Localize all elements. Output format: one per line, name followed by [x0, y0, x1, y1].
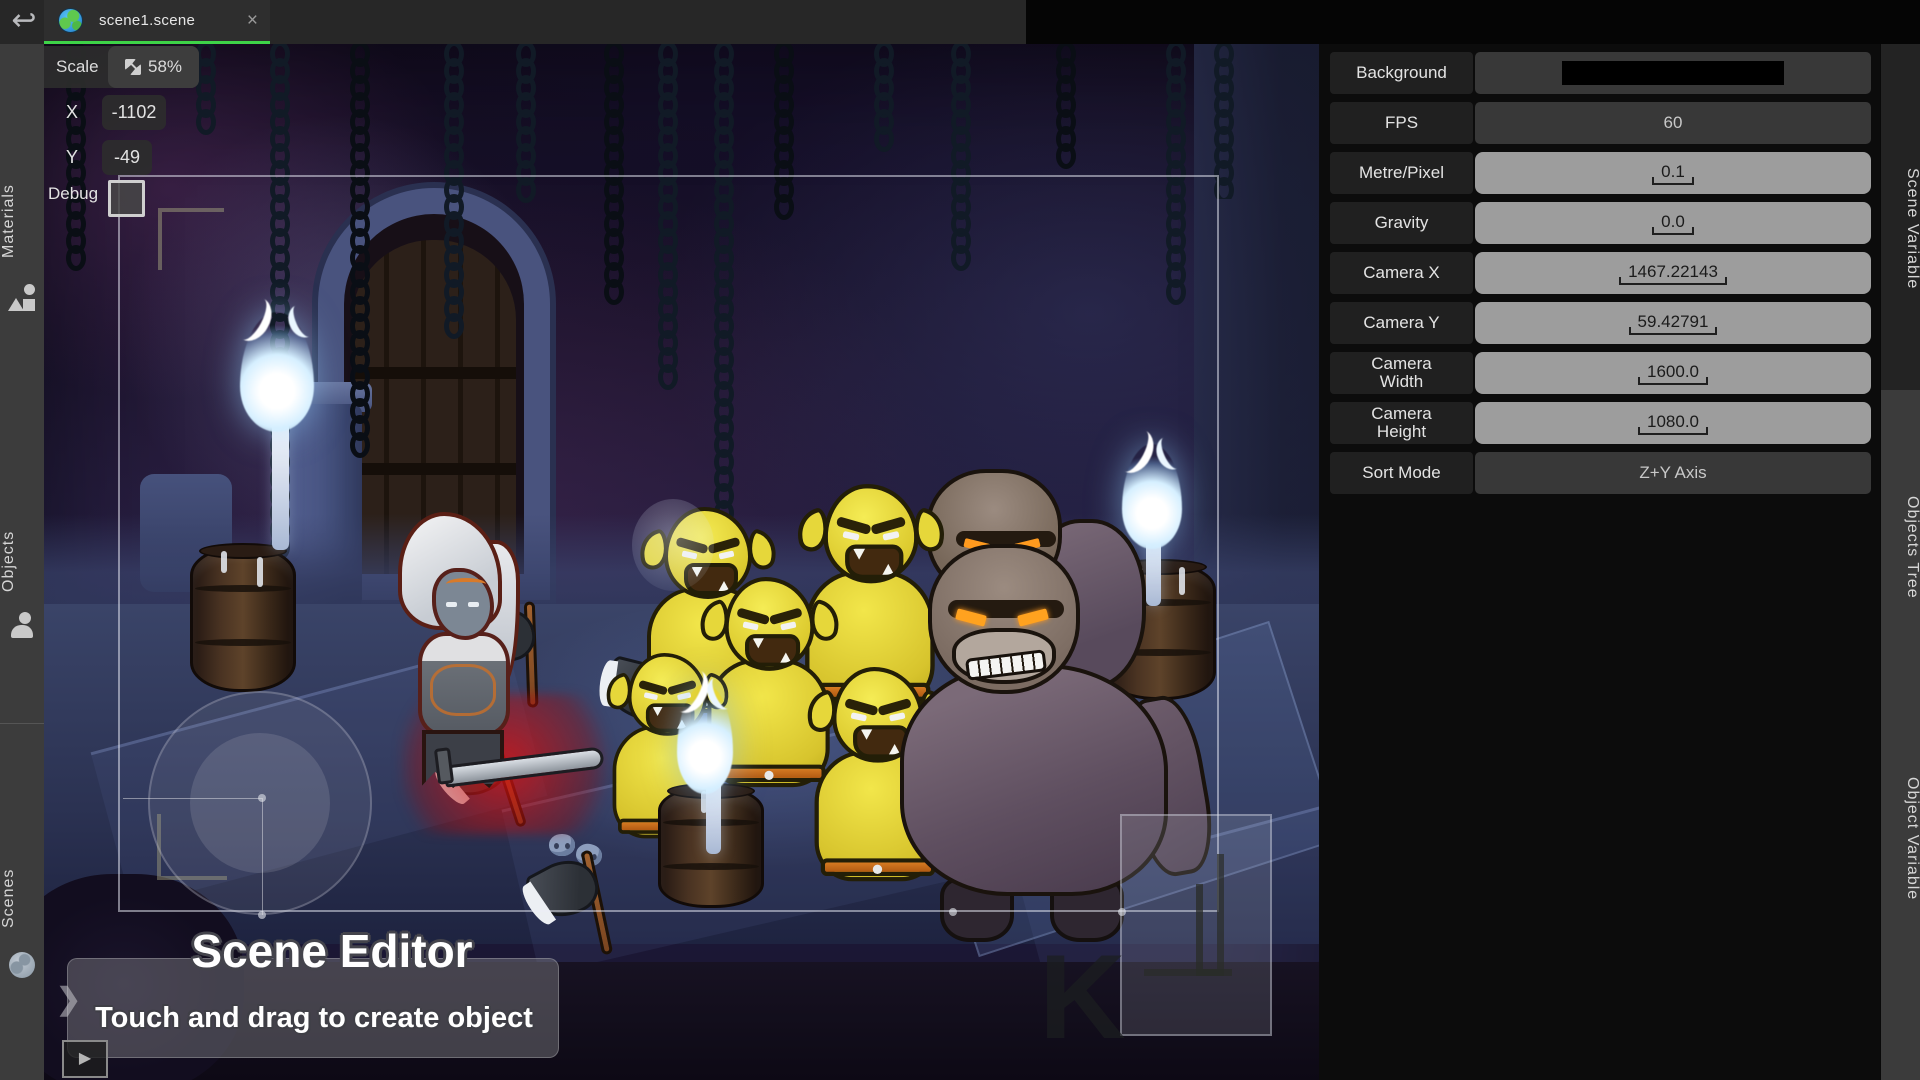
chain-sprite — [870, 44, 898, 164]
chain-sprite — [1052, 44, 1080, 169]
selection-line — [123, 798, 262, 799]
tab-scene-variable[interactable]: Scene Variable — [1881, 144, 1920, 314]
tab-objects-tree[interactable]: Objects Tree — [1881, 492, 1920, 602]
hint-subtitle: Touch and drag to create object — [84, 1002, 544, 1035]
person-icon[interactable] — [8, 612, 36, 640]
property-label: Metre/Pixel — [1330, 152, 1473, 194]
camera-x-field[interactable]: 1467.22143 — [1475, 252, 1871, 294]
background-color-field[interactable] — [1475, 52, 1871, 94]
background-color-swatch[interactable] — [1562, 61, 1784, 85]
viewport-handle[interactable] — [949, 908, 957, 916]
selection-line — [262, 798, 263, 915]
joystick-inner-circle[interactable] — [190, 733, 330, 873]
tab-title: scene1.scene — [99, 12, 195, 29]
sidebar-item-materials[interactable]: Materials — [0, 156, 44, 286]
back-icon[interactable]: ↩ — [6, 2, 42, 42]
tab-object-variable[interactable]: Object Variable — [1881, 744, 1920, 934]
scale-control: Scale 58% — [44, 46, 199, 88]
y-value-field[interactable]: -49 — [102, 140, 152, 175]
property-row-camera-x: Camera X 1467.22143 — [1330, 252, 1880, 294]
right-tab-strip: Scene Variable Objects Tree Object Varia… — [1880, 44, 1920, 1080]
property-row-fps: FPS 60 — [1330, 102, 1880, 144]
property-label: FPS — [1330, 102, 1473, 144]
fps-field[interactable]: 60 — [1475, 102, 1871, 144]
property-label: Gravity — [1330, 202, 1473, 244]
camera-height-field[interactable]: 1080.0 — [1475, 402, 1871, 444]
gravity-field[interactable]: 0.0 — [1475, 202, 1871, 244]
x-value-field[interactable]: -1102 — [102, 95, 166, 130]
property-row-metre-pixel: Metre/Pixel 0.1 — [1330, 152, 1880, 194]
text-object-k[interactable]: K — [1039, 937, 1126, 1057]
sort-mode-field[interactable]: Z+Y Axis — [1475, 452, 1871, 494]
top-bar-right — [1026, 0, 1920, 44]
property-label: Background — [1330, 52, 1473, 94]
property-row-camera-width: Camera Width 1600.0 — [1330, 352, 1880, 394]
scenes-globe-icon[interactable] — [9, 952, 35, 978]
hint-title: Scene Editor — [132, 924, 532, 978]
materials-shapes-icon[interactable] — [8, 284, 36, 312]
camera-width-field[interactable]: 1600.0 — [1475, 352, 1871, 394]
close-icon[interactable]: × — [247, 10, 258, 32]
sidebar-item-objects[interactable]: Objects — [0, 506, 44, 616]
property-row-camera-height: Camera Height 1080.0 — [1330, 402, 1880, 444]
scale-label: Scale — [56, 57, 99, 77]
scene-variable-panel: Background FPS 60 Metre/Pixel 0.1 Gravit… — [1319, 44, 1880, 1080]
sidebar-divider — [0, 723, 44, 724]
tab-scene1[interactable]: scene1.scene × — [44, 0, 270, 44]
property-row-camera-y: Camera Y 59.42791 — [1330, 302, 1880, 344]
property-label: Camera Width — [1330, 352, 1473, 394]
resize-arrows-icon — [125, 59, 141, 75]
scene-canvas[interactable]: K Scale 58% X -1102 Y -49 Debug Scene Ed… — [44, 44, 1319, 1080]
property-row-background: Background — [1330, 52, 1880, 94]
l-bracket-object[interactable] — [1144, 854, 1224, 976]
camera-y-field[interactable]: 59.42791 — [1475, 302, 1871, 344]
x-label: X — [66, 102, 78, 123]
left-sidebar: Materials Objects Scenes — [0, 44, 44, 1080]
property-row-gravity: Gravity 0.0 — [1330, 202, 1880, 244]
property-label: Sort Mode — [1330, 452, 1473, 494]
debug-label: Debug — [48, 184, 98, 204]
property-label: Camera X — [1330, 252, 1473, 294]
chevron-right-icon[interactable]: ❯ — [56, 982, 81, 1017]
property-row-sort-mode: Sort Mode Z+Y Axis — [1330, 452, 1880, 494]
debug-checkbox[interactable] — [108, 180, 145, 217]
corner-bracket — [158, 208, 224, 270]
property-label: Camera Y — [1330, 302, 1473, 344]
globe-icon — [58, 8, 83, 33]
property-label: Camera Height — [1330, 402, 1473, 444]
metre-pixel-field[interactable]: 0.1 — [1475, 152, 1871, 194]
y-label: Y — [66, 147, 78, 168]
zoom-control[interactable]: 58% — [108, 46, 199, 88]
scale-value: 58% — [148, 57, 182, 77]
sidebar-item-scenes[interactable]: Scenes — [0, 848, 44, 948]
scene-editor-app: ↩ scene1.scene × Materials Objects Scene… — [0, 0, 1920, 1080]
play-button[interactable]: ▶ — [62, 1040, 108, 1078]
